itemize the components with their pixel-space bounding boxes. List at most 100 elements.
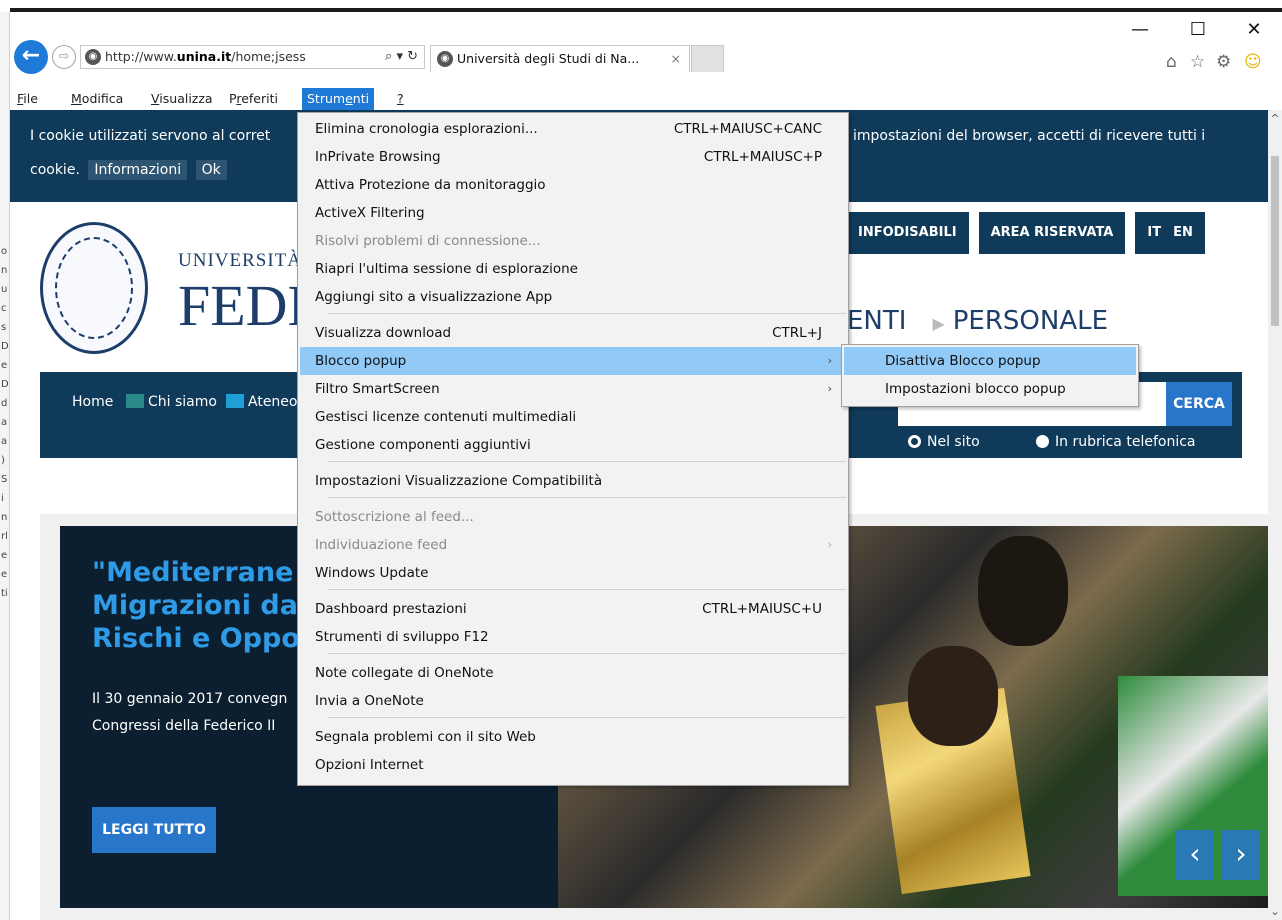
favorites-star-icon[interactable]: ☆ bbox=[1190, 52, 1205, 72]
menu-separator bbox=[328, 653, 846, 654]
photo-shape bbox=[908, 646, 998, 746]
tools-menu-item[interactable]: Blocco popup › bbox=[300, 347, 846, 375]
cookie-text-3: cookie. bbox=[30, 162, 80, 178]
tools-menu-item[interactable]: Strumenti di sviluppo F12 bbox=[300, 623, 846, 651]
link-area-riservata[interactable]: AREA RISERVATA bbox=[978, 212, 1126, 254]
desktop-strip-char: D bbox=[1, 341, 9, 352]
radio-rubrica-label: In rubrica telefonica bbox=[1055, 434, 1196, 450]
tools-menu-item[interactable]: Segnala problemi con il sito Web bbox=[300, 723, 846, 751]
menu-item-shortcut: CTRL+MAIUSC+P bbox=[703, 149, 822, 165]
menu-item-label: Impostazioni Visualizzazione Compatibili… bbox=[315, 473, 603, 489]
tools-menu: Elimina cronologia esplorazioni... CTRL+M… bbox=[297, 112, 849, 786]
menubar-item-preferiti[interactable]: Preferiti bbox=[224, 88, 283, 110]
tools-menu-item[interactable]: Impostazioni Visualizzazione Compatibili… bbox=[300, 467, 846, 495]
address-tools-icons[interactable]: ⌕ ▾ ↻ bbox=[381, 46, 418, 68]
photo-shape bbox=[978, 536, 1068, 646]
minimize-button[interactable]: — bbox=[1120, 20, 1160, 40]
tools-menu-item[interactable]: Riapri l'ultima sessione di esplorazione bbox=[300, 255, 846, 283]
nav-ateneo[interactable]: Ateneo bbox=[226, 394, 298, 410]
tools-menu-item[interactable]: Windows Update bbox=[300, 559, 846, 587]
menu-personale[interactable]: PERSONALE bbox=[953, 306, 1108, 336]
cookie-text-1: I cookie utilizzati servono al corret bbox=[30, 128, 271, 144]
desktop-strip-char: i bbox=[1, 493, 4, 504]
new-tab-button[interactable] bbox=[691, 45, 724, 72]
forward-button[interactable]: ⇨ bbox=[52, 45, 76, 69]
cookie-info-button[interactable]: Informazioni bbox=[88, 160, 188, 180]
desktop-strip-char: u bbox=[1, 284, 8, 295]
site-globe-icon: ◉ bbox=[85, 49, 101, 65]
search-button[interactable]: CERCA bbox=[1166, 382, 1232, 426]
menubar-item-modifica[interactable]: Modifica bbox=[66, 88, 128, 110]
tools-menu-item[interactable]: Aggiungi sito a visualizzazione App bbox=[300, 283, 846, 311]
tools-menu-item[interactable]: Visualizza download CTRL+J bbox=[300, 319, 846, 347]
menubar-item-file[interactable]: File bbox=[12, 88, 43, 110]
scroll-down-icon[interactable]: ⌄ bbox=[1268, 905, 1282, 918]
tools-menu-item[interactable]: Dashboard prestazioni CTRL+MAIUSC+U bbox=[300, 595, 846, 623]
smiley-feedback-icon[interactable]: ☺ bbox=[1244, 52, 1262, 72]
desktop-strip-char: e bbox=[1, 550, 8, 561]
tools-menu-item[interactable]: Attiva Protezione da monitoraggio bbox=[300, 171, 846, 199]
university-seal-logo[interactable] bbox=[40, 222, 148, 354]
tools-menu-item[interactable]: Opzioni Internet bbox=[300, 751, 846, 779]
radio-rubrica[interactable]: In rubrica telefonica bbox=[1036, 434, 1195, 450]
desktop-strip-char: e bbox=[1, 569, 8, 580]
home-icon[interactable]: ⌂ bbox=[1166, 52, 1177, 72]
carousel-next-button[interactable]: › bbox=[1222, 830, 1260, 880]
popup-submenu-item[interactable]: Disattiva Blocco popup bbox=[844, 347, 1136, 375]
cookie-ok-button[interactable]: Ok bbox=[195, 160, 227, 180]
hero-title[interactable]: "Mediterrane Migrazioni dal Rischi e Opp… bbox=[92, 556, 313, 655]
nav-chi-siamo-square bbox=[126, 394, 144, 408]
radio-nel-sito[interactable]: Nel sito bbox=[908, 434, 980, 450]
nav-home-square bbox=[50, 394, 68, 408]
tools-menu-item[interactable]: Elimina cronologia esplorazioni... CTRL+M… bbox=[300, 115, 846, 143]
tools-menu-item[interactable]: Invia a OneNote bbox=[300, 687, 846, 715]
menu-item-label: Blocco popup bbox=[315, 353, 407, 369]
close-window-button[interactable]: ✕ bbox=[1234, 20, 1274, 40]
tools-menu-item[interactable]: ActiveX Filtering bbox=[300, 199, 846, 227]
back-button[interactable]: ← bbox=[14, 40, 48, 74]
scroll-up-icon[interactable]: ^ bbox=[1268, 112, 1282, 125]
menubar-item-visualizza[interactable]: Visualizza bbox=[146, 88, 218, 110]
menubar-item-strumenti[interactable]: Strumenti bbox=[302, 88, 375, 110]
menu-item-label: Sottoscrizione al feed... bbox=[315, 509, 474, 525]
carousel-prev-button[interactable]: ‹ bbox=[1176, 830, 1214, 880]
desktop-left-strip: o n u c s De Dd a a) Si n rl e e ti bbox=[0, 12, 10, 920]
desktop-strip-char: a bbox=[1, 417, 8, 428]
popup-submenu-item[interactable]: Impostazioni blocco popup bbox=[844, 375, 1136, 403]
read-more-button[interactable]: LEGGI TUTTO bbox=[92, 807, 216, 853]
link-infodisabili[interactable]: INFODISABILI bbox=[846, 212, 969, 254]
tools-menu-item: Individuazione feed › bbox=[300, 531, 846, 559]
menu-item-label: ActiveX Filtering bbox=[315, 205, 425, 221]
nav-ateneo-square bbox=[226, 394, 244, 408]
menu-item-label: Aggiungi sito a visualizzazione App bbox=[315, 289, 553, 305]
title-bar: ← ⇨ ◉ http://www.unina.it/home;jsess ⌕ ▾… bbox=[10, 12, 1282, 88]
radio-selected-icon bbox=[908, 435, 921, 448]
tools-menu-item: Risolvi problemi di connessione... bbox=[300, 227, 846, 255]
vertical-scrollbar[interactable]: ^ ⌄ bbox=[1268, 110, 1282, 920]
tools-menu-item[interactable]: Note collegate di OneNote bbox=[300, 659, 846, 687]
tools-menu-item[interactable]: Gestisci licenze contenuti multimediali bbox=[300, 403, 846, 431]
desktop-strip-char: n bbox=[1, 265, 8, 276]
triangle-icon: ▶ bbox=[932, 314, 945, 333]
settings-gear-icon[interactable]: ⚙ bbox=[1216, 52, 1231, 72]
menubar-item-[interactable]: ? bbox=[392, 88, 409, 110]
tools-menu-item[interactable]: Gestione componenti aggiuntivi bbox=[300, 431, 846, 459]
menu-item-label: InPrivate Browsing bbox=[315, 149, 441, 165]
tools-menu-item[interactable]: InPrivate Browsing CTRL+MAIUSC+P bbox=[300, 143, 846, 171]
tools-menu-item[interactable]: Filtro SmartScreen › bbox=[300, 375, 846, 403]
desktop-strip-char: s bbox=[1, 322, 7, 333]
nav-home[interactable]: Home bbox=[50, 394, 113, 410]
desktop-strip-char: o bbox=[1, 246, 8, 257]
address-bar[interactable]: ◉ http://www.unina.it/home;jsess ⌕ ▾ ↻ bbox=[80, 45, 425, 69]
browser-tab[interactable]: ◉ Università degli Studi di Na... × bbox=[430, 45, 690, 72]
menu-enti[interactable]: ENTI bbox=[847, 306, 906, 336]
lang-it[interactable]: IT bbox=[1135, 212, 1174, 254]
desktop-strip-char: a bbox=[1, 436, 8, 447]
nav-chi-siamo[interactable]: Chi siamo bbox=[126, 394, 217, 410]
nav-home-label: Home bbox=[72, 394, 114, 410]
scrollbar-thumb[interactable] bbox=[1271, 156, 1279, 326]
maximize-button[interactable]: ☐ bbox=[1178, 20, 1218, 40]
lang-en[interactable]: EN bbox=[1173, 212, 1205, 254]
desktop-strip-char: n bbox=[1, 512, 8, 523]
tab-close-icon[interactable]: × bbox=[671, 46, 681, 71]
